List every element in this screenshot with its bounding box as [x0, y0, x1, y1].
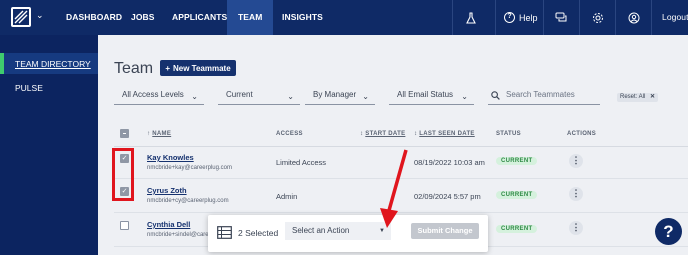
annotation-arrow-icon	[380, 149, 408, 228]
